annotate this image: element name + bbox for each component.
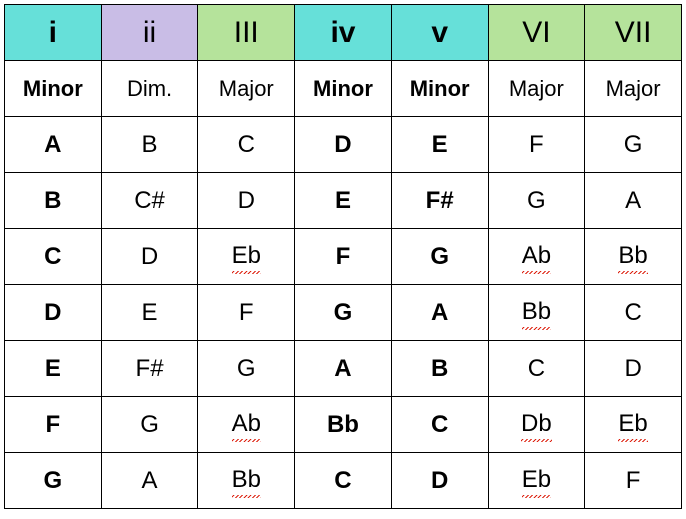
cell-ii: G xyxy=(101,397,198,453)
cell-VI: C xyxy=(488,341,585,397)
cell-VI: G xyxy=(488,173,585,229)
table-row: FG Ab BbC Db Eb xyxy=(5,397,682,453)
cell-v: A xyxy=(391,285,488,341)
cell-VI: Db xyxy=(488,397,585,453)
cell-VI: Eb xyxy=(488,453,585,509)
cell-i: E xyxy=(5,341,102,397)
cell-v: C xyxy=(391,397,488,453)
cell-i: A xyxy=(5,117,102,173)
cell-iv: C xyxy=(295,453,392,509)
spellcheck-underline: Ab xyxy=(522,242,551,272)
spellcheck-underline: Db xyxy=(521,410,552,440)
cell-III: F xyxy=(198,285,295,341)
cell-III: G xyxy=(198,341,295,397)
cell-VII: F xyxy=(585,453,682,509)
cell-iv: Bb xyxy=(295,397,392,453)
table-row: BC#DEF#GA xyxy=(5,173,682,229)
cell-ii: C# xyxy=(101,173,198,229)
col-header-VI: VI xyxy=(488,5,585,61)
cell-i: D xyxy=(5,285,102,341)
table-row: GA Bb CD Eb F xyxy=(5,453,682,509)
cell-VII: D xyxy=(585,341,682,397)
spellcheck-underline: Eb xyxy=(522,466,551,496)
table-row: ABCDEFG xyxy=(5,117,682,173)
spellcheck-underline: Bb xyxy=(522,298,551,328)
cell-III: Eb xyxy=(198,229,295,285)
quality-iv: Minor xyxy=(295,61,392,117)
cell-III: Bb xyxy=(198,453,295,509)
cell-ii: B xyxy=(101,117,198,173)
quality-v: Minor xyxy=(391,61,488,117)
cell-iv: D xyxy=(295,117,392,173)
cell-iv: G xyxy=(295,285,392,341)
cell-VII: Eb xyxy=(585,397,682,453)
cell-iv: A xyxy=(295,341,392,397)
cell-v: B xyxy=(391,341,488,397)
cell-ii: D xyxy=(101,229,198,285)
cell-i: B xyxy=(5,173,102,229)
cell-iv: F xyxy=(295,229,392,285)
quality-row: Minor Dim. Major Minor Minor Major Major xyxy=(5,61,682,117)
cell-VII: Bb xyxy=(585,229,682,285)
col-header-v: v xyxy=(391,5,488,61)
cell-ii: E xyxy=(101,285,198,341)
cell-iv: E xyxy=(295,173,392,229)
cell-VI: Ab xyxy=(488,229,585,285)
table-row: DEFGA Bb C xyxy=(5,285,682,341)
cell-III: C xyxy=(198,117,295,173)
quality-i: Minor xyxy=(5,61,102,117)
cell-VI: Bb xyxy=(488,285,585,341)
col-header-ii: ii xyxy=(101,5,198,61)
cell-VII: C xyxy=(585,285,682,341)
cell-i: F xyxy=(5,397,102,453)
cell-i: C xyxy=(5,229,102,285)
quality-VI: Major xyxy=(488,61,585,117)
cell-v: D xyxy=(391,453,488,509)
table-row: EF#GABCD xyxy=(5,341,682,397)
cell-ii: F# xyxy=(101,341,198,397)
quality-III: Major xyxy=(198,61,295,117)
cell-VII: A xyxy=(585,173,682,229)
spellcheck-underline: Bb xyxy=(232,466,261,496)
spellcheck-underline: Ab xyxy=(232,410,261,440)
cell-III: Ab xyxy=(198,397,295,453)
table-row: CD Eb FG Ab Bb xyxy=(5,229,682,285)
cell-v: E xyxy=(391,117,488,173)
cell-i: G xyxy=(5,453,102,509)
cell-VI: F xyxy=(488,117,585,173)
spellcheck-underline: Bb xyxy=(618,242,647,272)
quality-ii: Dim. xyxy=(101,61,198,117)
col-header-III: III xyxy=(198,5,295,61)
col-header-i: i xyxy=(5,5,102,61)
cell-III: D xyxy=(198,173,295,229)
cell-v: F# xyxy=(391,173,488,229)
col-header-VII: VII xyxy=(585,5,682,61)
cell-VII: G xyxy=(585,117,682,173)
data-rows: ABCDEFGBC#DEF#GACDEbFGAbBbDEFGABbCEF#GAB… xyxy=(5,117,682,509)
quality-VII: Major xyxy=(585,61,682,117)
roman-numeral-row: i ii III iv v VI VII xyxy=(5,5,682,61)
chord-chart-table: i ii III iv v VI VII Minor Dim. Major Mi… xyxy=(4,4,682,509)
col-header-iv: iv xyxy=(295,5,392,61)
cell-ii: A xyxy=(101,453,198,509)
spellcheck-underline: Eb xyxy=(618,410,647,440)
spellcheck-underline: Eb xyxy=(232,242,261,272)
cell-v: G xyxy=(391,229,488,285)
